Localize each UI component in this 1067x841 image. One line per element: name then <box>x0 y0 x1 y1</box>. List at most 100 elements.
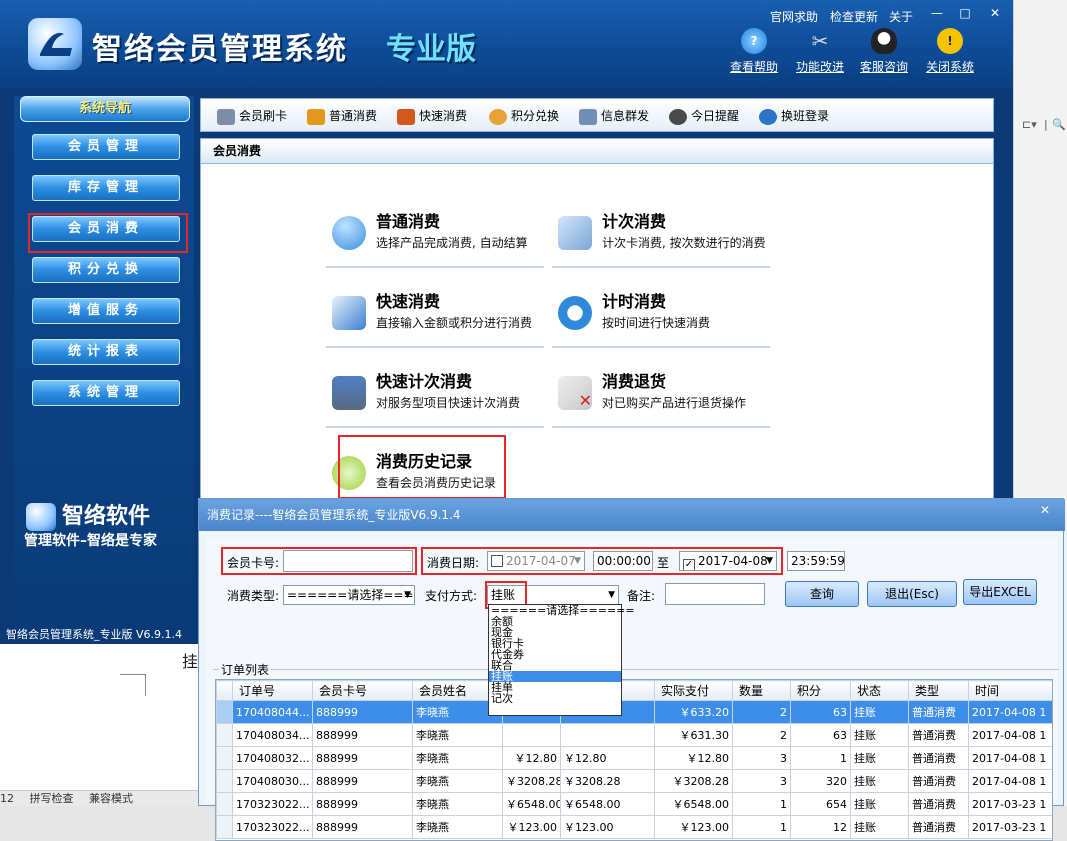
table-header[interactable]: 积分 <box>790 680 851 701</box>
host-divider: | <box>1044 118 1048 131</box>
toolbar-card-swipe[interactable]: 会员刷卡 <box>217 107 287 125</box>
date-to-checkbox[interactable]: ✓ <box>683 559 695 570</box>
table-cell: 2017-03-23 1 <box>968 792 1052 816</box>
date-from-checkbox[interactable] <box>491 555 503 567</box>
app-logo-icon <box>28 18 82 70</box>
table-cell: 888999 <box>312 700 413 724</box>
toolbar-today-reminder[interactable]: 今日提醒 <box>669 107 739 125</box>
consume-type-value: ======请选择====== <box>287 588 414 602</box>
table-cell: ￥3208.28 <box>502 769 561 793</box>
func-timed-consume[interactable]: 计时消费 按时间进行快速消费 <box>552 286 770 348</box>
func-quick-count-consume[interactable]: 快速计次消费 对服务型项目快速计次消费 <box>326 366 544 428</box>
toolbar-quick-consume[interactable]: 快速消费 <box>397 107 467 125</box>
toolbar-label: 积分兑换 <box>511 109 560 123</box>
query-button[interactable]: 查询 <box>785 581 859 607</box>
table-cell: 2017-03-23 1 <box>968 815 1052 839</box>
toolbar-normal-consume[interactable]: 普通消费 <box>307 107 377 125</box>
table-cell: 挂账 <box>850 700 909 724</box>
dialog-title: 消费记录----智络会员管理系统_专业版V6.9.1.4 <box>199 499 1065 531</box>
dropdown-option[interactable]: 记次 <box>489 693 621 704</box>
close-button[interactable]: ✕ <box>982 4 1008 22</box>
sidebar-item-points-exchange[interactable]: 积分兑换 <box>32 257 180 283</box>
link-about[interactable]: 关于 <box>889 8 913 25</box>
func-desc: 计次卡消费, 按次数进行的消费 <box>602 236 766 250</box>
func-quick-consume[interactable]: 快速消费 直接输入金额或积分进行消费 <box>326 286 544 348</box>
table-cell: 170323022... <box>232 792 313 816</box>
date-from-picker[interactable]: 2017-04-07 ▼ <box>487 551 585 571</box>
quick-card-icon <box>332 296 366 330</box>
table-cell: ￥3208.28 <box>560 769 655 793</box>
table-cell: 2017-04-08 1 <box>968 723 1052 747</box>
host-search-icon[interactable]: 🔍 <box>1052 118 1066 131</box>
table-row[interactable]: 170323022... 888999 李晓燕 ￥6548.00 ￥6548.0… <box>216 792 1052 816</box>
toolbar-points-exchange[interactable]: 积分兑换 <box>489 107 559 125</box>
time-from-input[interactable]: 00:00:00 <box>593 551 653 571</box>
date-to-label: 至 <box>657 556 670 570</box>
time-to-input[interactable]: 23:59:59 <box>787 551 845 571</box>
table-cell: ￥123.00 <box>654 815 733 839</box>
sidebar-item-system[interactable]: 系统管理 <box>32 380 180 406</box>
table-row[interactable]: 170408032... 888999 李晓燕 ￥12.80 ￥12.80 ￥1… <box>216 746 1052 770</box>
sidebar-item-member-management[interactable]: 会员管理 <box>32 134 180 160</box>
row-indicator <box>216 815 233 839</box>
exit-esc-button[interactable]: 退出(Esc) <box>867 581 957 607</box>
toolbar-label: 会员刷卡 <box>239 109 288 123</box>
order-table-grid: 订单号 会员卡号 会员姓名 实际支付 数量 积分 状态 类型 时间 170408… <box>216 680 1052 839</box>
exit-system-button[interactable]: ! 关闭系统 <box>920 28 980 76</box>
table-header[interactable]: 状态 <box>850 680 909 701</box>
table-row[interactable]: 170408044... 888999 李晓燕 ￥633.20 2 63 挂账 … <box>216 700 1052 724</box>
func-normal-consume[interactable]: 普通消费 选择产品完成消费, 自动结算 <box>326 206 544 268</box>
money-bag-icon <box>307 108 325 125</box>
link-online-help[interactable]: 官网求助 <box>770 8 818 25</box>
sidebar-item-value-added[interactable]: 增值服务 <box>32 298 180 324</box>
table-header[interactable]: 时间 <box>968 680 1052 701</box>
toolbar-label: 快速消费 <box>419 109 468 123</box>
table-cell: 320 <box>790 769 851 793</box>
link-check-update[interactable]: 检查更新 <box>830 8 878 25</box>
sidebar-item-inventory[interactable]: 库存管理 <box>32 175 180 201</box>
brand-name: 智络软件 <box>62 504 151 529</box>
order-table[interactable]: 订单号 会员卡号 会员姓名 实际支付 数量 积分 状态 类型 时间 170408… <box>215 679 1053 841</box>
table-header[interactable]: 订单号 <box>232 680 313 701</box>
host-status-spellcheck[interactable]: 拼写检查 <box>30 792 74 805</box>
table-cell: ￥123.00 <box>502 815 561 839</box>
help-button[interactable]: ? 查看帮助 <box>724 28 784 76</box>
func-consume-return[interactable]: ✕ 消费退货 对已购买产品进行退货操作 <box>552 366 770 428</box>
note-input[interactable] <box>665 583 765 605</box>
table-row[interactable]: 170323022... 888999 李晓燕 ￥123.00 ￥123.00 … <box>216 815 1052 839</box>
sidebar: 系统导航 会员管理 库存管理 会员消费 积分兑换 增值服务 统计报表 系统管理 <box>14 96 194 636</box>
table-header[interactable]: 实际支付 <box>654 680 733 701</box>
card-number-input[interactable] <box>283 550 413 572</box>
table-cell: 888999 <box>312 723 413 747</box>
maximize-button[interactable]: □ <box>952 4 978 22</box>
table-header[interactable]: 类型 <box>908 680 969 701</box>
func-count-consume[interactable]: 计次消费 计次卡消费, 按次数进行的消费 <box>552 206 770 268</box>
toolbar-mass-message[interactable]: 信息群发 <box>579 107 649 125</box>
qq-icon <box>871 28 897 54</box>
table-header[interactable]: 数量 <box>732 680 791 701</box>
feedback-button[interactable]: ✂ 功能改进 <box>790 28 850 76</box>
dialog-close-button[interactable]: ✕ <box>1033 501 1057 519</box>
pay-method-dropdown-list[interactable]: ======请选择====== 余额 现金 银行卡 代金券 联合 挂账 挂单 记… <box>488 604 635 716</box>
sidebar-item-reports[interactable]: 统计报表 <box>32 339 180 365</box>
table-cell: 2 <box>732 700 791 724</box>
host-page-corner-mark <box>120 674 146 696</box>
row-indicator <box>216 769 233 793</box>
export-excel-button[interactable]: 导出EXCEL <box>963 579 1037 605</box>
date-to-picker[interactable]: ✓ 2017-04-08 ▼ <box>679 551 777 571</box>
host-status-compat: 兼容模式 <box>89 792 133 805</box>
toolbar-shift-login[interactable]: 换班登录 <box>759 107 829 125</box>
table-header[interactable]: 会员卡号 <box>312 680 413 701</box>
table-row[interactable]: 170408034... 888999 李晓燕 ￥631.30 2 63 挂账 … <box>216 723 1052 747</box>
table-header-row: 订单号 会员卡号 会员姓名 实际支付 数量 积分 状态 类型 时间 <box>216 680 1052 701</box>
consume-type-select[interactable]: ======请选择======▼ <box>283 585 415 605</box>
table-row[interactable]: 170408030... 888999 李晓燕 ￥3208.28 ￥3208.2… <box>216 769 1052 793</box>
func-desc: 直接输入金额或积分进行消费 <box>376 316 533 330</box>
table-cell: 挂账 <box>850 746 909 770</box>
table-cell: 888999 <box>312 792 413 816</box>
support-button[interactable]: 客服咨询 <box>854 28 914 76</box>
host-format-icon[interactable]: ⊏▾ <box>1022 118 1037 131</box>
table-cell: 李晓燕 <box>412 769 503 793</box>
minimize-button[interactable]: — <box>924 4 950 22</box>
feedback-label: 功能改进 <box>795 60 844 74</box>
